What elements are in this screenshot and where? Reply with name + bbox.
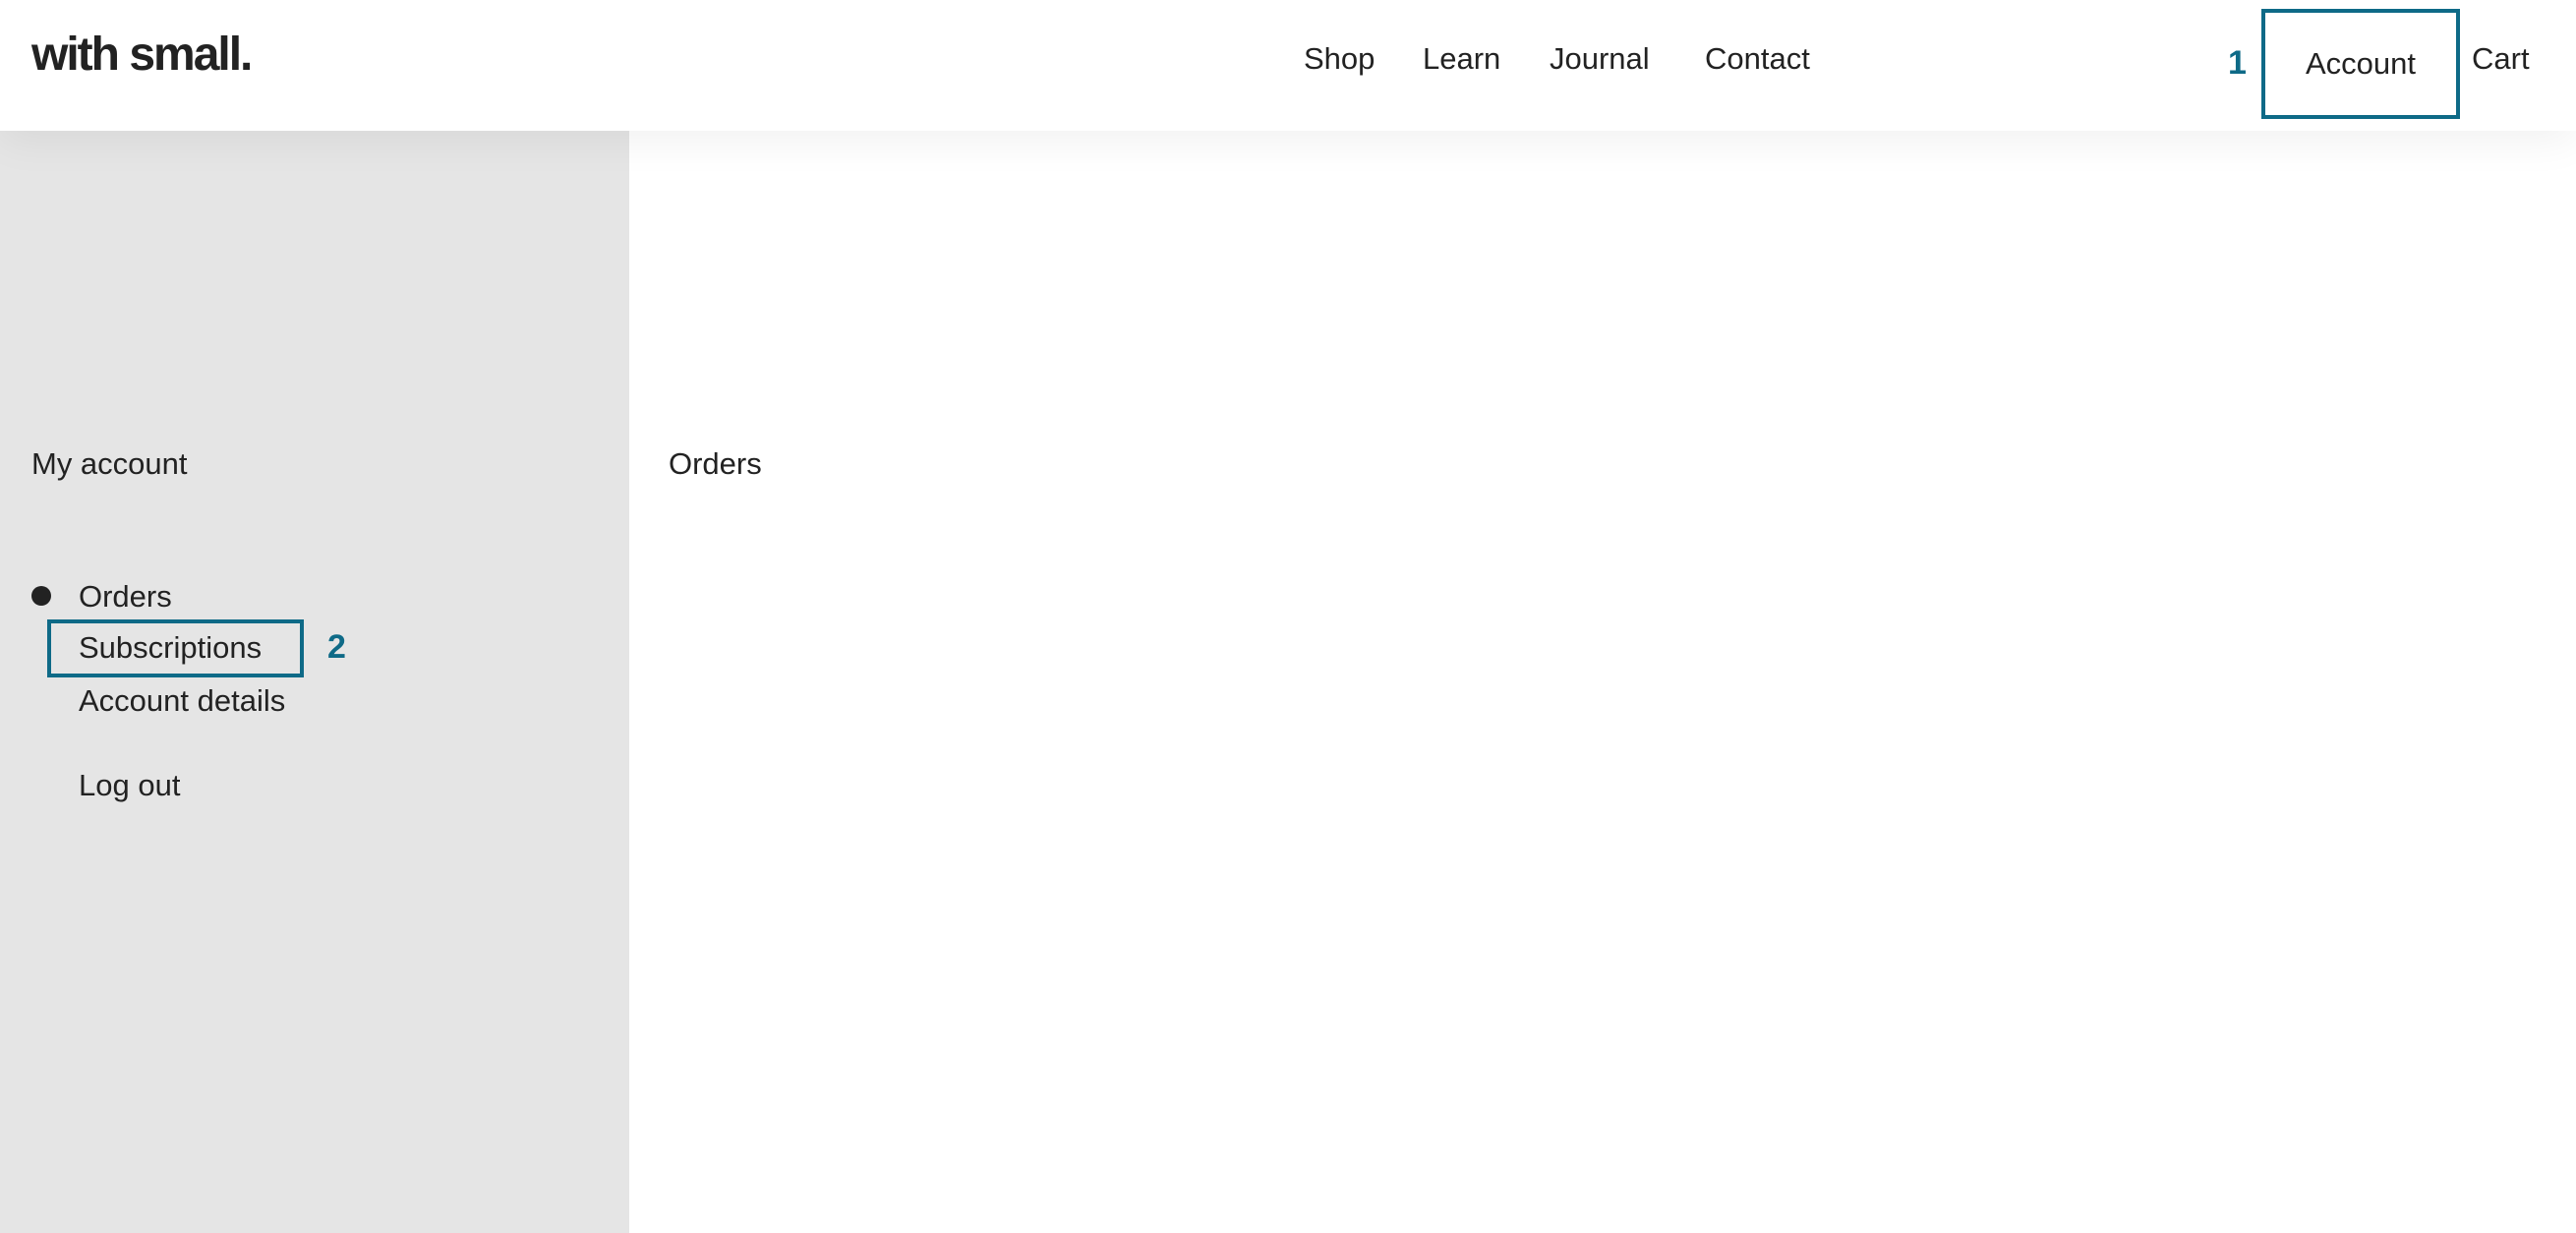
page-title: Orders	[669, 446, 762, 481]
site-header: with small. Shop Learn Journal Contact 1…	[0, 0, 2576, 131]
active-indicator-icon	[31, 586, 51, 606]
account-link-label: Account	[2305, 46, 2416, 81]
cart-link[interactable]: Cart	[2472, 43, 2530, 74]
nav-link-contact[interactable]: Contact	[1705, 43, 1810, 74]
account-link[interactable]: Account	[2261, 9, 2460, 119]
sidebar-item-orders[interactable]: Orders	[79, 581, 172, 612]
account-sidebar	[0, 131, 629, 1233]
sidebar-item-log-out[interactable]: Log out	[79, 770, 180, 800]
nav-link-shop[interactable]: Shop	[1304, 43, 1375, 74]
annotation-marker-1: 1	[2228, 44, 2247, 82]
nav-link-learn[interactable]: Learn	[1423, 43, 1500, 74]
site-logo[interactable]: with small.	[31, 31, 253, 79]
sidebar-item-account-details[interactable]: Account details	[79, 685, 285, 716]
annotation-marker-2: 2	[327, 628, 346, 666]
sidebar-item-subscriptions[interactable]: Subscriptions	[79, 632, 262, 663]
nav-link-journal[interactable]: Journal	[1550, 43, 1650, 74]
sidebar-title: My account	[31, 446, 188, 481]
page: with small. Shop Learn Journal Contact 1…	[0, 0, 2576, 1233]
